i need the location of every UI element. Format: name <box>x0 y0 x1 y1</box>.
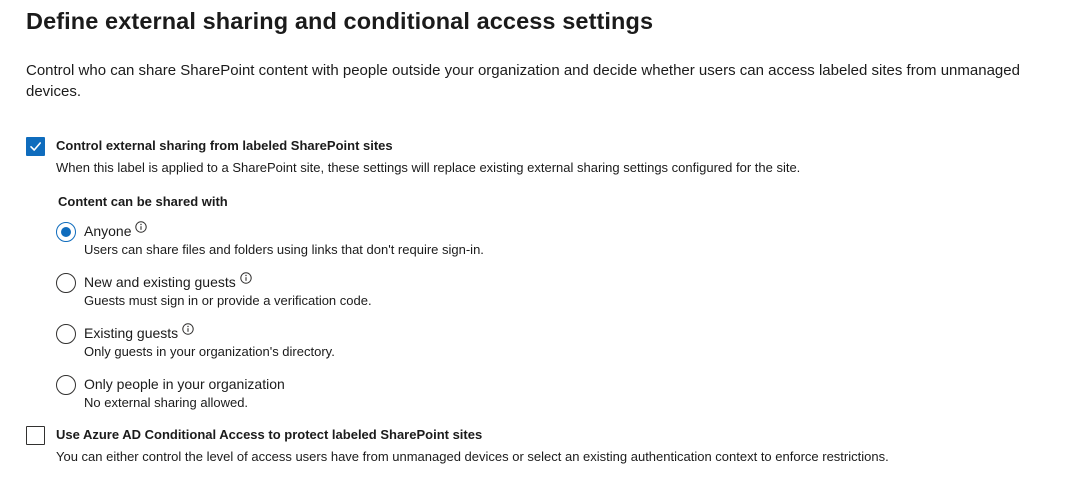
radio-button-new-existing-guests[interactable] <box>56 273 76 293</box>
radio-button-existing-guests[interactable] <box>56 324 76 344</box>
external-sharing-option: Control external sharing from labeled Sh… <box>26 137 1066 177</box>
content-shared-label: Content can be shared with <box>58 194 228 209</box>
radio-label-existing-guests-row: Existing guests <box>84 323 194 341</box>
radio-option-existing-guests[interactable]: Existing guests Only guests in your orga… <box>56 323 756 364</box>
radio-description-anyone: Users can share files and folders using … <box>84 242 484 257</box>
radio-description-organization-only: No external sharing allowed. <box>84 395 249 410</box>
info-icon[interactable] <box>135 221 148 233</box>
radio-label-anyone-row: Anyone <box>84 221 148 239</box>
radio-label-new-existing-guests: New and existing guests <box>84 274 236 290</box>
external-sharing-description: When this label is applied to a SharePoi… <box>56 160 801 175</box>
radio-description-new-existing-guests: Guests must sign in or provide a verific… <box>84 293 372 308</box>
external-sharing-checkbox[interactable] <box>26 137 45 156</box>
info-icon[interactable] <box>182 323 194 335</box>
checkmark-icon <box>30 142 41 151</box>
page-description: Control who can share SharePoint content… <box>26 62 1020 100</box>
external-sharing-label: Control external sharing from labeled Sh… <box>56 138 393 153</box>
settings-page: Define external sharing and conditional … <box>26 6 1076 102</box>
radio-button-anyone[interactable] <box>56 222 76 242</box>
radio-option-organization-only[interactable]: Only people in your organization No exte… <box>56 375 756 415</box>
conditional-access-option: Use Azure AD Conditional Access to prote… <box>26 426 1066 466</box>
radio-option-anyone[interactable]: Anyone Users can share files and folders… <box>56 221 756 262</box>
radio-label-organization-only-row: Only people in your organization <box>84 376 285 392</box>
radio-label-anyone: Anyone <box>84 223 132 239</box>
radio-label-organization-only: Only people in your organization <box>84 376 285 392</box>
radio-label-existing-guests: Existing guests <box>84 325 179 341</box>
page-title: Define external sharing and conditional … <box>26 8 654 34</box>
radio-selected-dot <box>60 226 71 237</box>
radio-button-organization-only[interactable] <box>56 375 76 395</box>
radio-option-new-existing-guests[interactable]: New and existing guests Guests must sign… <box>56 272 756 313</box>
conditional-access-label: Use Azure AD Conditional Access to prote… <box>56 427 483 442</box>
conditional-access-description: You can either control the level of acce… <box>56 449 889 464</box>
radio-description-existing-guests: Only guests in your organization's direc… <box>84 344 335 359</box>
conditional-access-checkbox[interactable] <box>26 426 45 445</box>
info-icon[interactable] <box>240 272 252 284</box>
radio-label-new-existing-guests-row: New and existing guests <box>84 272 252 290</box>
